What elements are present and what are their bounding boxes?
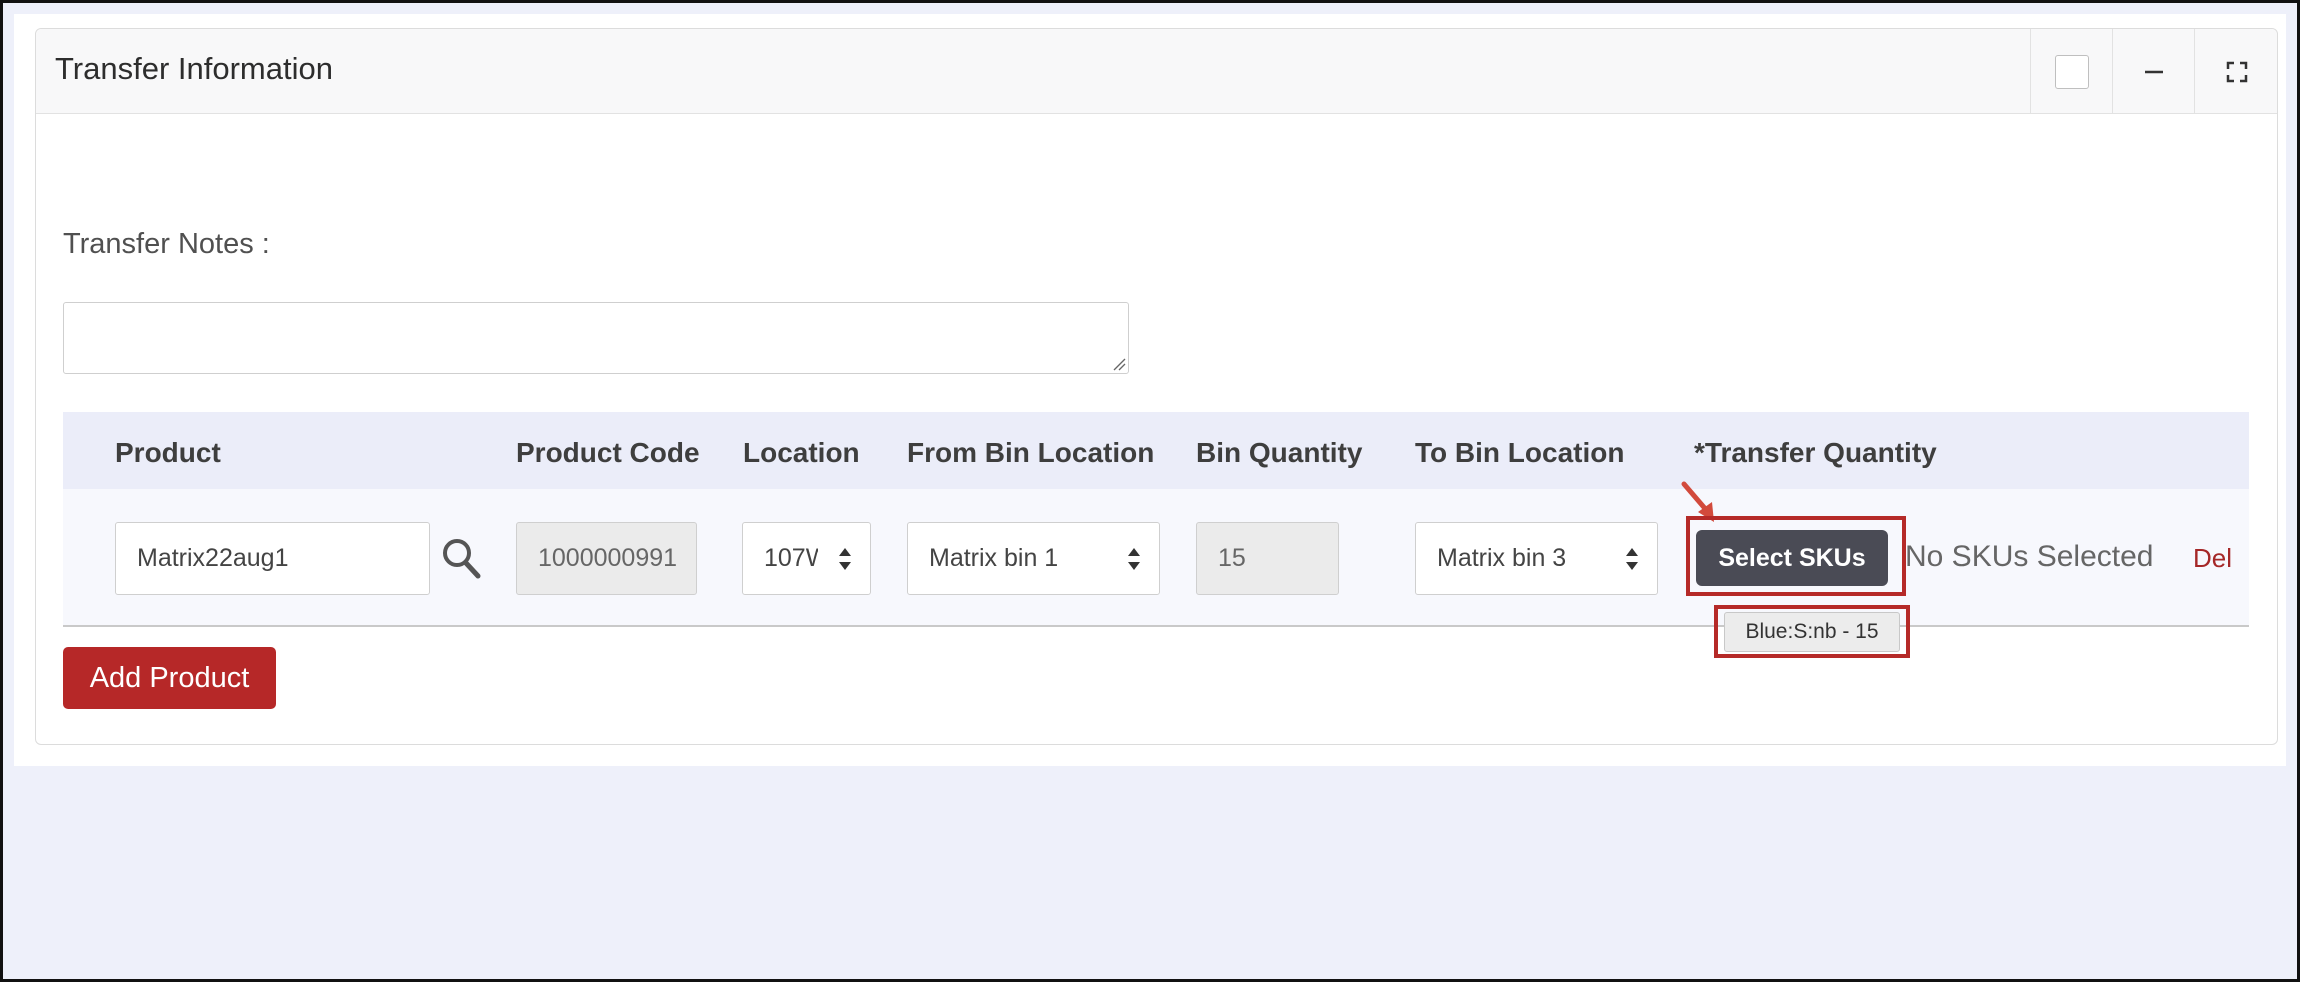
- expand-icon: [2226, 61, 2247, 82]
- add-product-button[interactable]: Add Product: [63, 647, 276, 709]
- sort-arrows-icon: [839, 548, 851, 570]
- to-bin-select[interactable]: Matrix bin 3: [1415, 522, 1658, 595]
- panel-header: Transfer Information: [36, 29, 2277, 114]
- search-icon[interactable]: [441, 537, 481, 579]
- location-value: 107W: [764, 544, 818, 572]
- skus-status-text: No SKUs Selected: [1905, 540, 2154, 573]
- checkbox-icon[interactable]: [2054, 54, 2089, 89]
- header-to-bin: To Bin Location: [1415, 437, 1625, 468]
- minimize-icon: [2144, 70, 2163, 73]
- transfer-notes-label: Transfer Notes :: [63, 228, 270, 260]
- header-product-code: Product Code: [516, 437, 700, 468]
- header-from-bin: From Bin Location: [907, 437, 1155, 468]
- to-bin-value: Matrix bin 3: [1437, 544, 1567, 572]
- from-bin-select[interactable]: Matrix bin 1: [907, 522, 1160, 595]
- header-bin-quantity: Bin Quantity: [1196, 437, 1363, 468]
- header-product: Product: [115, 437, 221, 468]
- from-bin-value: Matrix bin 1: [929, 544, 1059, 572]
- header-transfer-quantity: *Transfer Quantity: [1694, 437, 1937, 468]
- minimize-button[interactable]: [2112, 29, 2194, 114]
- products-table-header: Product Product Code Location From Bin L…: [63, 412, 2249, 489]
- resize-grip-icon[interactable]: [1113, 358, 1126, 371]
- bin-quantity-field: 15: [1196, 522, 1339, 595]
- bin-quantity-value: 15: [1218, 544, 1246, 572]
- product-code-value: 1000000991: [538, 544, 678, 572]
- product-input[interactable]: Matrix22aug1: [115, 522, 430, 595]
- fullscreen-button[interactable]: [2194, 29, 2278, 114]
- select-panel-button[interactable]: [2030, 29, 2112, 114]
- transfer-information-panel: Transfer Information: [35, 28, 2278, 745]
- sku-tag: Blue:S:nb - 15: [1724, 612, 1900, 652]
- header-location: Location: [743, 437, 860, 468]
- product-code-field: 1000000991: [516, 522, 697, 595]
- sort-arrows-icon: [1626, 548, 1638, 570]
- product-value: Matrix22aug1: [137, 544, 289, 572]
- delete-row-link[interactable]: Del: [2193, 543, 2232, 574]
- select-skus-button[interactable]: Select SKUs: [1696, 530, 1888, 586]
- transfer-notes-textarea[interactable]: [63, 302, 1129, 374]
- location-select[interactable]: 107W: [742, 522, 871, 595]
- sort-arrows-icon: [1128, 548, 1140, 570]
- panel-title: Transfer Information: [55, 51, 333, 86]
